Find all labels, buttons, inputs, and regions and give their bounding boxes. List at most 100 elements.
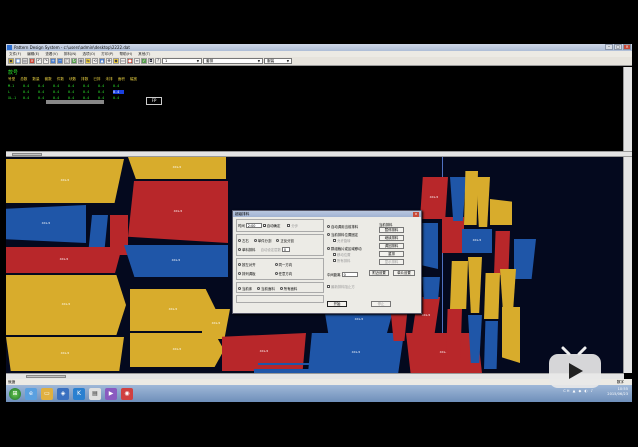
pattern-piece[interactable]: XXL-5 — [128, 181, 228, 243]
spacing-input[interactable]: 0 — [341, 272, 358, 277]
move-position-checkbox[interactable] — [333, 253, 336, 256]
continue-marker-button[interactable]: 继续排料 — [379, 235, 404, 241]
canvas-vertical-scrollbar[interactable] — [623, 157, 632, 373]
unify-checkbox[interactable] — [327, 285, 330, 288]
pattern-piece[interactable]: XXL-5 — [308, 333, 404, 373]
pause-marker-button[interactable]: 暂停排料 — [379, 227, 404, 233]
step-checkbox[interactable] — [287, 224, 291, 227]
ie-icon[interactable]: e — [25, 387, 37, 400]
pattern-piece[interactable] — [514, 239, 536, 279]
pattern-piece[interactable] — [484, 321, 498, 369]
nearby-settings-button[interactable]: 附近设置 — [369, 270, 389, 276]
pattern-piece[interactable] — [502, 307, 520, 363]
menu-other[interactable]: 其他(T) — [138, 52, 150, 57]
table-cell[interactable] — [143, 84, 154, 88]
table-cell[interactable]: 0-4 — [68, 96, 79, 100]
delete-icon[interactable]: × — [29, 58, 35, 64]
dialog-close-button[interactable]: × — [413, 211, 419, 217]
menu-edit[interactable]: 编辑(E) — [27, 52, 39, 57]
table-cell[interactable]: 0-4 — [68, 90, 79, 94]
pattern-piece[interactable] — [442, 217, 464, 253]
same-direction-radio[interactable] — [274, 263, 278, 266]
auto-confirm-checkbox[interactable]: ✓ — [262, 224, 266, 228]
fit-icon[interactable]: ◫ — [64, 58, 70, 64]
stop-button[interactable]: 停止 — [371, 301, 391, 307]
pattern-piece[interactable]: XXL-5 — [6, 337, 124, 371]
pattern-piece[interactable] — [446, 309, 462, 359]
marker-icon[interactable]: ● — [127, 58, 133, 64]
front-back-radio[interactable] — [276, 239, 280, 242]
table-cell[interactable]: 0-4 — [83, 96, 94, 100]
pattern-piece[interactable] — [464, 171, 478, 225]
single-settings-button[interactable]: 单片设置 — [393, 270, 415, 276]
table-cell[interactable]: 0-4 — [98, 84, 109, 88]
scroll-thumb[interactable] — [12, 153, 42, 156]
table-row[interactable]: XL-1 0-4 0-4 0-4 0-4 0-4 0-4 0-4 — [8, 96, 169, 100]
pattern-piece[interactable]: XXL-5 — [420, 177, 448, 219]
pattern-piece[interactable]: XXL-5 — [462, 229, 492, 253]
refresh-icon[interactable]: ↻ — [71, 58, 77, 64]
pattern-piece[interactable] — [450, 261, 468, 309]
media-icon[interactable]: ▶ — [105, 387, 117, 400]
print-icon[interactable]: ▤ — [22, 58, 28, 64]
table-cell[interactable]: 0-4 — [23, 84, 34, 88]
list-icon[interactable]: ≡ — [134, 58, 140, 64]
current-fabric-radio[interactable] — [257, 287, 261, 290]
table-cell[interactable]: 0-4 — [53, 84, 64, 88]
table-cell[interactable]: 0-4 — [113, 96, 124, 100]
table-row[interactable]: L 0-4 0-4 0-4 0-4 0-4 0-4 0-4 — [8, 90, 169, 94]
move-icon[interactable]: ✥ — [106, 58, 112, 64]
pattern-piece[interactable]: XXL-5 — [6, 247, 122, 273]
start-button-dialog[interactable]: 开始 — [327, 301, 347, 307]
pattern-piece[interactable] — [468, 257, 482, 313]
lock-icon[interactable]: ◘ — [148, 58, 154, 64]
table-cell[interactable]: 0-4 — [38, 96, 49, 100]
group-move-radio[interactable] — [327, 247, 330, 250]
folder-icon[interactable]: ▭ — [41, 387, 53, 400]
select-icon[interactable]: ▲ — [99, 58, 105, 64]
table-cell[interactable] — [158, 96, 169, 100]
pattern-piece[interactable] — [494, 231, 510, 275]
start-button[interactable]: ⊞ — [9, 387, 21, 400]
menu-help[interactable]: 帮助(H) — [119, 52, 132, 57]
minimize-button[interactable]: – — [605, 44, 613, 50]
open-icon[interactable]: ▣ — [8, 58, 14, 64]
table-cell[interactable]: 0-4 — [23, 96, 34, 100]
pattern-piece[interactable]: XXL-5 — [222, 333, 306, 371]
top-vertical-scrollbar[interactable] — [623, 67, 632, 151]
table-cell[interactable] — [128, 96, 139, 100]
pattern-piece[interactable] — [422, 277, 440, 299]
table-cell[interactable] — [128, 84, 139, 88]
pattern-piece[interactable]: XXL-5 — [6, 275, 126, 335]
menu-view[interactable]: 查看(V) — [45, 52, 57, 57]
table-cell[interactable]: 0-4 — [23, 90, 34, 94]
pattern-piece[interactable] — [484, 273, 500, 319]
page-select[interactable]: 1 ▼ — [162, 58, 202, 64]
redo-icon[interactable]: ↷ — [43, 58, 49, 64]
left-right-radio[interactable] — [238, 239, 241, 242]
table-cell[interactable] — [128, 90, 139, 94]
table-cell[interactable]: 0-4 — [113, 90, 124, 94]
table-cell[interactable]: 0-4 — [98, 96, 109, 100]
all-markers-checkbox[interactable] — [333, 259, 336, 262]
pattern-piece[interactable]: XXL-5 — [6, 159, 124, 203]
video-play-icon[interactable] — [545, 344, 605, 390]
pattern-piece[interactable] — [490, 199, 512, 225]
table-cell[interactable] — [143, 90, 154, 94]
table-cell[interactable] — [158, 84, 169, 88]
table-cell[interactable]: 0-4 — [113, 84, 124, 88]
menu-file[interactable]: 文件(F) — [9, 52, 21, 57]
single-split-radio[interactable] — [253, 239, 257, 242]
table-cell[interactable]: 0-4 — [53, 90, 64, 94]
undo-icon[interactable]: ↶ — [36, 58, 42, 64]
tag-icon[interactable]: ◆ — [113, 58, 119, 64]
table-cell[interactable]: 0-4 — [38, 84, 49, 88]
close-button[interactable]: × — [623, 44, 631, 50]
table-cell[interactable] — [143, 96, 154, 100]
any-direction-radio[interactable] — [274, 272, 278, 275]
rotate-icon[interactable]: ⟲ — [92, 58, 98, 64]
pattern-app-icon[interactable]: ◉ — [121, 387, 133, 400]
grid-icon[interactable]: ▦ — [78, 58, 84, 64]
menu-options[interactable]: 选项(O) — [82, 52, 95, 57]
menu-marker[interactable]: 排料(N) — [64, 52, 77, 57]
